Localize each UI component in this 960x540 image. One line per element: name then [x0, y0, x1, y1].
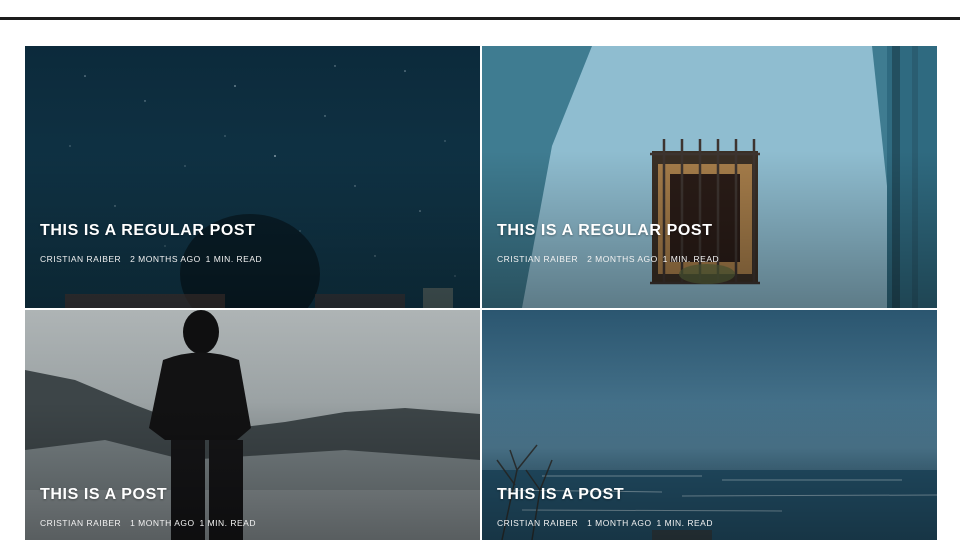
post-read-time: 1 MIN. READ	[656, 518, 713, 528]
post-info: THIS IS A POST CRISTIAN RAIBER 1 MONTH A…	[40, 486, 262, 528]
post-meta: CRISTIAN RAIBER 2 MONTHS AGO 1 MIN. READ	[497, 254, 725, 264]
post-title[interactable]: THIS IS A POST	[497, 486, 719, 504]
post-date: 1 MONTH AGO	[587, 518, 652, 528]
post-card[interactable]: THIS IS A POST CRISTIAN RAIBER 1 MONTH A…	[482, 310, 937, 540]
post-date: 2 MONTHS AGO	[130, 254, 201, 264]
post-grid: THIS IS A REGULAR POST CRISTIAN RAIBER 2…	[25, 46, 937, 540]
post-info: THIS IS A REGULAR POST CRISTIAN RAIBER 2…	[497, 222, 725, 264]
post-read-time: 1 MIN. READ	[662, 254, 720, 264]
post-info: THIS IS A POST CRISTIAN RAIBER 1 MONTH A…	[497, 486, 719, 528]
post-meta: CRISTIAN RAIBER 2 MONTHS AGO 1 MIN. READ	[40, 254, 268, 264]
post-date: 2 MONTHS AGO	[587, 254, 658, 264]
post-read-time: 1 MIN. READ	[205, 254, 263, 264]
post-meta: CRISTIAN RAIBER 1 MONTH AGO 1 MIN. READ	[497, 518, 719, 528]
post-card[interactable]: THIS IS A POST CRISTIAN RAIBER 1 MONTH A…	[25, 310, 480, 540]
header-divider	[0, 17, 960, 20]
post-title[interactable]: THIS IS A POST	[40, 486, 262, 504]
post-author[interactable]: CRISTIAN RAIBER	[40, 254, 121, 264]
post-title[interactable]: THIS IS A REGULAR POST	[497, 222, 725, 240]
post-card[interactable]: THIS IS A REGULAR POST CRISTIAN RAIBER 2…	[482, 46, 937, 308]
post-title[interactable]: THIS IS A REGULAR POST	[40, 222, 268, 240]
post-meta: CRISTIAN RAIBER 1 MONTH AGO 1 MIN. READ	[40, 518, 262, 528]
post-date: 1 MONTH AGO	[130, 518, 195, 528]
post-card[interactable]: THIS IS A REGULAR POST CRISTIAN RAIBER 2…	[25, 46, 480, 308]
post-author[interactable]: CRISTIAN RAIBER	[497, 518, 578, 528]
post-author[interactable]: CRISTIAN RAIBER	[40, 518, 121, 528]
post-info: THIS IS A REGULAR POST CRISTIAN RAIBER 2…	[40, 222, 268, 264]
post-read-time: 1 MIN. READ	[199, 518, 256, 528]
post-author[interactable]: CRISTIAN RAIBER	[497, 254, 578, 264]
